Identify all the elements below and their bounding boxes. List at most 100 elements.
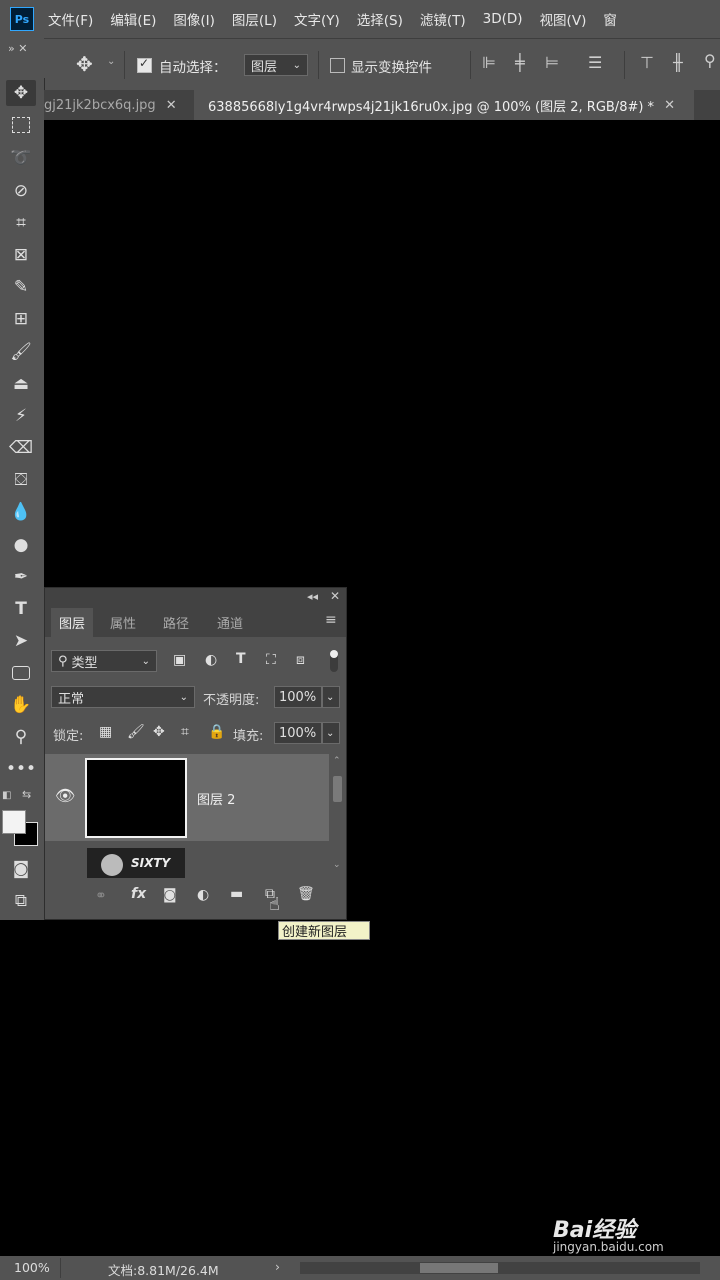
filter-adjustment-icon[interactable]: ◐	[205, 652, 217, 668]
tab-paths[interactable]: 路径	[153, 608, 199, 637]
healing-tool[interactable]: ⊞	[6, 306, 36, 332]
marquee-tool[interactable]	[6, 112, 36, 138]
swap-colors-icon[interactable]: ⇆	[22, 788, 31, 801]
panel-menu-icon[interactable]: ≡	[325, 612, 337, 628]
history-brush-icon: ⚡	[15, 406, 27, 426]
new-group-icon[interactable]: ▬	[230, 886, 243, 902]
lock-transparent-icon[interactable]: ▦	[99, 724, 112, 740]
layer-style-icon[interactable]: fx	[131, 886, 146, 902]
close-icon[interactable]: ✕	[330, 589, 340, 603]
path-select-tool[interactable]: ➤	[6, 628, 36, 654]
paint-bucket-tool[interactable]: ⛋	[6, 467, 36, 493]
menu-window[interactable]: 窗	[603, 9, 617, 29]
more-tools[interactable]: •••	[6, 756, 36, 782]
chevron-right-icon[interactable]: ›	[275, 1259, 280, 1274]
opacity-dropdown[interactable]: ⌄	[322, 686, 340, 708]
collapse-icon[interactable]: ◂◂	[307, 590, 318, 603]
menu-filter[interactable]: 滤镜(T)	[420, 9, 466, 29]
scroll-thumb[interactable]	[420, 1263, 498, 1273]
tab-channels[interactable]: 通道	[207, 608, 253, 637]
type-tool[interactable]: T	[6, 596, 36, 622]
close-icon[interactable]: ✕	[664, 98, 675, 113]
fill-input[interactable]: 100%	[274, 722, 322, 744]
scroll-down-icon[interactable]: ⌄	[333, 860, 341, 870]
brush-tool[interactable]: 🖌	[6, 339, 36, 365]
quick-select-tool[interactable]: ⊘	[6, 178, 36, 204]
screen-mode-button[interactable]: ⧉	[6, 888, 36, 914]
lock-all-icon[interactable]: 🔒	[208, 724, 225, 740]
filter-type-icon[interactable]: T	[236, 651, 246, 667]
lock-position-icon[interactable]: ✥	[153, 724, 165, 740]
lock-artboard-icon[interactable]: ⌗	[181, 724, 189, 740]
zoom-tool[interactable]: ⚲	[6, 724, 36, 750]
collapse-icon[interactable]: » ✕	[8, 42, 27, 55]
tab-document-1[interactable]: gj21jk2bcx6q.jpg ✕	[44, 90, 194, 120]
layer-row[interactable]: 👁 图层 2	[45, 754, 329, 841]
menu-file[interactable]: 文件(F)	[48, 9, 93, 29]
history-brush-tool[interactable]: ⚡	[6, 403, 36, 429]
delete-layer-icon[interactable]: 🗑	[297, 886, 315, 902]
align-right-icon[interactable]: ⊨	[545, 53, 559, 72]
dodge-tool[interactable]: ●	[6, 532, 36, 558]
layers-scrollbar[interactable]: ⌃ ⌄	[329, 754, 346, 878]
add-mask-icon[interactable]: ◙	[163, 887, 177, 903]
filter-pixel-icon[interactable]: ▣	[173, 652, 186, 668]
align-top-icon[interactable]: ⊤	[640, 53, 654, 72]
distribute-icon[interactable]: ☰	[588, 53, 602, 72]
stamp-tool[interactable]: ⏏	[6, 371, 36, 397]
link-layers-icon[interactable]: ⚭	[95, 888, 107, 904]
eye-icon[interactable]: 👁	[55, 786, 75, 805]
auto-select-checkbox[interactable]: ✓	[137, 56, 152, 73]
shape-tool[interactable]	[6, 660, 36, 686]
align-left-icon[interactable]: ⊫	[482, 53, 496, 72]
menu-select[interactable]: 选择(S)	[357, 9, 403, 29]
filter-toggle[interactable]	[330, 650, 338, 672]
search-icon[interactable]: ⚲	[704, 51, 716, 70]
layer-row[interactable]: SIXTY	[45, 841, 329, 878]
move-tool[interactable]: ✥	[6, 80, 36, 106]
frame-tool[interactable]: ⊠	[6, 242, 36, 268]
show-transform-checkbox[interactable]	[330, 58, 345, 73]
hand-tool[interactable]: ✋	[6, 692, 36, 718]
align-hcenter-icon[interactable]: ╪	[515, 53, 525, 72]
tab-layers[interactable]: 图层	[51, 608, 93, 637]
eyedropper-tool[interactable]: ✎	[6, 274, 36, 300]
menu-3d[interactable]: 3D(D)	[483, 11, 523, 27]
tab-document-2[interactable]: 63885668ly1g4vr4rwps4j21jk16ru0x.jpg @ 1…	[194, 90, 694, 120]
scroll-up-icon[interactable]: ⌃	[333, 756, 341, 766]
default-colors-icon[interactable]: ◧	[2, 790, 11, 801]
panel-header: ◂◂ ✕	[45, 588, 346, 608]
foreground-color-swatch[interactable]	[2, 810, 26, 834]
lock-pixels-icon[interactable]: 🖌	[127, 724, 145, 740]
crop-tool[interactable]: ⌗	[6, 210, 36, 236]
filter-shape-icon[interactable]: ⛶	[266, 652, 276, 668]
document-info[interactable]: 文档:8.81M/26.4M	[108, 1260, 219, 1279]
scroll-thumb[interactable]	[333, 776, 342, 802]
chevron-down-icon[interactable]: ⌄	[107, 56, 115, 67]
move-tool-preset-icon[interactable]: ✥	[76, 52, 93, 76]
menu-edit[interactable]: 编辑(E)	[110, 9, 156, 29]
chevron-down-icon: ⌄	[326, 691, 335, 703]
blend-mode-dropdown[interactable]: 正常 ⌄	[51, 686, 195, 708]
menu-layer[interactable]: 图层(L)	[232, 9, 277, 29]
opacity-input[interactable]: 100%	[274, 686, 322, 708]
lasso-tool[interactable]: ➰	[6, 145, 36, 171]
zoom-level[interactable]: 100%	[14, 1260, 50, 1275]
menu-view[interactable]: 视图(V)	[540, 9, 587, 29]
fill-dropdown[interactable]: ⌄	[322, 722, 340, 744]
auto-select-dropdown[interactable]: 图层 ⌄	[244, 54, 308, 76]
eraser-tool[interactable]: ⌫	[6, 435, 36, 461]
quick-mask-button[interactable]: ◙	[6, 856, 36, 882]
align-vcenter-icon[interactable]: ╫	[673, 53, 683, 72]
show-transform-label: 显示变换控件	[351, 60, 432, 76]
horizontal-scrollbar[interactable]	[300, 1262, 700, 1274]
filter-smart-object-icon[interactable]: ⧈	[296, 652, 305, 668]
tab-properties[interactable]: 属性	[101, 608, 145, 637]
menu-type[interactable]: 文字(Y)	[294, 9, 340, 29]
layer-filter-dropdown[interactable]: ⚲ 类型 ⌄	[51, 650, 157, 672]
menu-image[interactable]: 图像(I)	[173, 9, 215, 29]
pen-tool[interactable]: ✒	[6, 564, 36, 590]
close-icon[interactable]: ✕	[166, 98, 177, 113]
adjustment-layer-icon[interactable]: ◐	[197, 887, 209, 903]
blur-tool[interactable]: 💧	[6, 499, 36, 525]
